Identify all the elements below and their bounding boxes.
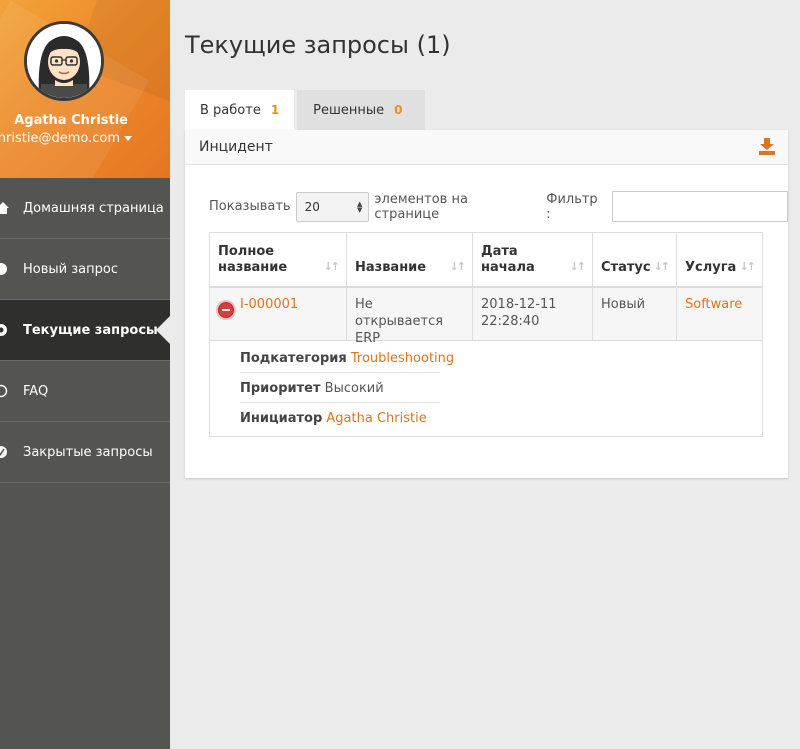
column-header-full-name[interactable]: Полное название ↓↑ (210, 233, 347, 286)
cell-date: 2018-12-11 22:28:40 (473, 288, 593, 340)
tab-label: В работе (200, 102, 261, 118)
profile-name: Agatha Christie (14, 113, 128, 128)
sidebar-item-home[interactable]: Домашняя страница (0, 178, 170, 239)
sidebar-item-current-requests[interactable]: Текущие запросы (0, 300, 170, 361)
closed-requests-icon (0, 446, 7, 458)
tabs: В работе 1 Решенные 0 (185, 90, 425, 130)
sort-icon: ↓↑ (653, 260, 671, 273)
column-header-status[interactable]: Статус ↓↑ (593, 233, 677, 286)
column-label: Полное название (218, 244, 288, 275)
panel-header: Инцидент (185, 130, 788, 165)
sort-icon: ↓↑ (323, 260, 341, 273)
sort-icon: ↓↑ (449, 260, 467, 273)
detail-initiator: Инициатор Agatha Christie (240, 411, 440, 432)
row-details: Подкатегория Troubleshooting Приоритет В… (210, 341, 762, 436)
sidebar-item-label: Новый запрос (23, 261, 118, 277)
profile-header: Agatha Christie christie@demo.com (0, 0, 170, 178)
table-header: Полное название ↓↑ Название ↓↑ Дата нача… (210, 233, 762, 288)
sidebar-item-label: Закрытые запросы (23, 444, 153, 460)
home-icon (0, 202, 9, 214)
page-size-value: 20 (304, 199, 320, 214)
cell-name: Не открывается ERP (347, 288, 473, 346)
priority-value: Высокий (324, 381, 384, 396)
column-header-name[interactable]: Название ↓↑ (347, 233, 473, 286)
detail-subcategory: Подкатегория Troubleshooting (240, 351, 454, 373)
tab-count: 0 (394, 103, 403, 117)
initiator-link[interactable]: Agatha Christie (326, 411, 426, 426)
subcategory-link[interactable]: Troubleshooting (351, 351, 454, 366)
sidebar-item-closed-requests[interactable]: Закрытые запросы (0, 422, 170, 483)
sidebar-item-faq[interactable]: FAQ (0, 361, 170, 422)
table-controls: Показывать 20 ▲ ▼ элементов на странице Ф… (209, 191, 788, 222)
sidebar: Agatha Christie christie@demo.com Домашн… (0, 0, 170, 749)
sidebar-item-label: FAQ (23, 383, 49, 399)
faq-icon (0, 384, 8, 398)
sort-icon: ↓↑ (569, 260, 587, 273)
column-header-service[interactable]: Услуга ↓↑ (677, 233, 762, 286)
tab-resolved[interactable]: Решенные 0 (297, 90, 425, 130)
incident-panel: Инцидент Показывать 20 ▲ ▼ элементов на с… (185, 130, 788, 478)
detail-label: Инициатор (240, 411, 323, 426)
collapse-icon[interactable] (218, 302, 234, 318)
sidebar-item-label: Текущие запросы (23, 322, 158, 338)
page-size-select[interactable]: 20 ▲ ▼ (295, 191, 370, 222)
new-request-icon (0, 263, 7, 275)
service-link[interactable]: Software (685, 297, 742, 312)
column-label: Статус (601, 260, 651, 275)
panel-title: Инцидент (199, 139, 273, 155)
request-id-link[interactable]: I-000001 (240, 297, 298, 312)
tab-in-progress[interactable]: В работе 1 (185, 90, 295, 130)
column-label: Дата начала (481, 244, 535, 275)
download-icon[interactable] (758, 138, 776, 155)
detail-label: Приоритет (240, 381, 321, 396)
page-title: Текущие запросы (1) (185, 31, 451, 59)
requests-table: Полное название ↓↑ Название ↓↑ Дата нача… (209, 232, 763, 437)
profile-email-dropdown[interactable]: christie@demo.com (0, 131, 132, 146)
detail-label: Подкатегория (240, 351, 347, 366)
cell-id: I-000001 (210, 288, 347, 340)
show-label: Показывать (209, 199, 291, 214)
tab-count: 1 (270, 103, 280, 117)
table-row[interactable]: I-000001 Не открывается ERP 2018-12-11 2… (210, 288, 762, 346)
detail-priority: Приоритет Высокий (240, 381, 440, 403)
filter-input[interactable] (612, 191, 788, 222)
filter-label: Фильтр : (546, 191, 598, 222)
cell-status: Новый (593, 288, 677, 340)
sort-icon: ↓↑ (739, 260, 757, 273)
column-label: Услуга (685, 260, 737, 275)
tab-label: Решенные (313, 102, 385, 118)
current-requests-icon (0, 324, 7, 336)
column-label: Название (355, 260, 427, 275)
column-header-start-date[interactable]: Дата начала ↓↑ (473, 233, 593, 286)
per-page-label: элементов на странице (374, 191, 468, 222)
sidebar-nav: Домашняя страница Новый запрос Текущие з… (0, 178, 170, 483)
select-arrows-icon: ▲ ▼ (357, 199, 363, 214)
avatar[interactable] (24, 21, 104, 101)
profile-email: christie@demo.com (0, 131, 120, 146)
caret-down-icon (124, 136, 132, 141)
sidebar-item-label: Домашняя страница (23, 200, 164, 216)
cell-service: Software (677, 288, 762, 340)
sidebar-item-new-request[interactable]: Новый запрос (0, 239, 170, 300)
